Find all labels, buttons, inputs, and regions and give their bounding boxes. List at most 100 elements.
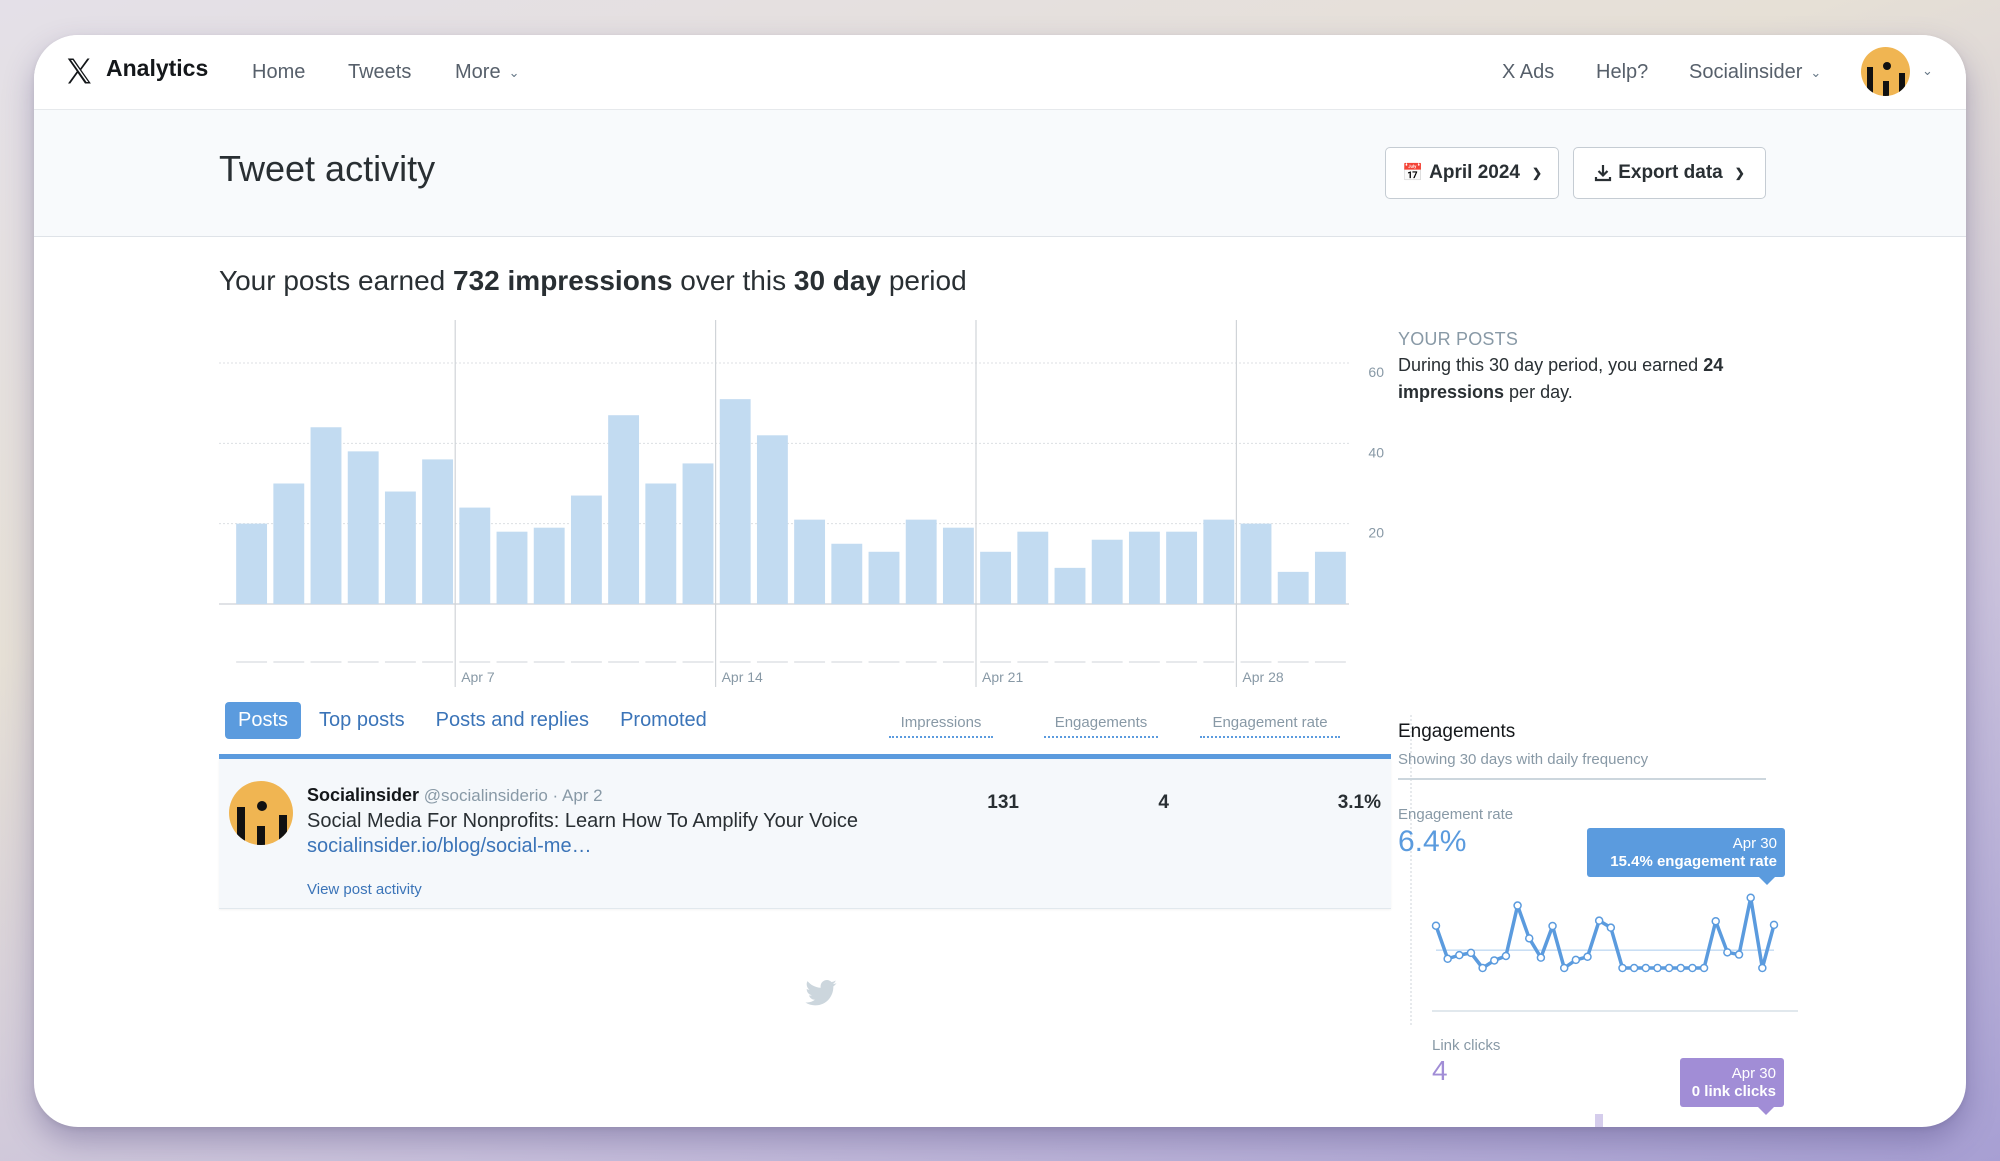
tab-posts-and-replies[interactable]: Posts and replies xyxy=(423,702,602,739)
bar[interactable] xyxy=(236,523,268,604)
bar[interactable] xyxy=(794,519,826,604)
data-point[interactable] xyxy=(1501,951,1511,961)
data-point[interactable] xyxy=(1688,963,1697,973)
data-point[interactable] xyxy=(1734,950,1744,959)
avatar-chevron-down-icon[interactable]: ⌄ xyxy=(1922,63,1933,79)
data-point[interactable] xyxy=(1594,916,1604,925)
tooltip-value: 15.4% engagement rate xyxy=(1610,853,1777,870)
engagement-rate-sparkline[interactable] xyxy=(1430,875,1780,975)
data-point[interactable] xyxy=(1548,921,1557,931)
date-range-button[interactable]: 📅 April 2024 ❯ xyxy=(1385,147,1559,199)
nav-tweets[interactable]: Tweets xyxy=(348,61,411,84)
nav-more[interactable]: More ⌄ xyxy=(455,61,519,84)
bar[interactable] xyxy=(1203,519,1235,604)
data-point[interactable] xyxy=(1524,934,1534,943)
post-engagement-rate: 3.1% xyxy=(1337,792,1381,813)
bar[interactable] xyxy=(1166,531,1198,604)
post-header: Socialinsider @socialinsiderio · Apr 2 xyxy=(307,785,603,806)
brand-title[interactable]: Analytics xyxy=(106,55,208,82)
column-engagements[interactable]: Engagements xyxy=(1044,714,1158,738)
data-point[interactable] xyxy=(1758,963,1767,973)
data-point[interactable] xyxy=(1699,963,1709,973)
data-point[interactable] xyxy=(1478,963,1487,973)
data-point[interactable] xyxy=(1571,955,1581,965)
table-row[interactable]: Socialinsider @socialinsiderio · Apr 2 S… xyxy=(219,759,1391,909)
bar[interactable] xyxy=(1017,531,1049,604)
bar[interactable] xyxy=(273,483,305,605)
bar[interactable] xyxy=(1128,531,1160,604)
account-menu[interactable]: Socialinsider ⌄ xyxy=(1689,61,1821,84)
bar[interactable] xyxy=(570,495,602,604)
summary-middle: over this xyxy=(672,265,794,296)
data-point[interactable] xyxy=(1455,950,1464,960)
tab-posts[interactable]: Posts xyxy=(225,702,302,739)
calendar-icon: 📅 xyxy=(1401,163,1424,182)
data-point[interactable] xyxy=(1653,963,1662,973)
x-tick-label: Apr 21 xyxy=(982,669,1023,685)
view-post-activity-link[interactable]: View post activity xyxy=(307,881,422,898)
bar[interactable] xyxy=(942,527,974,604)
bar[interactable] xyxy=(1240,523,1272,604)
bar[interactable] xyxy=(756,435,788,604)
account-name: Socialinsider xyxy=(1689,61,1803,83)
chevron-down-icon: ⌄ xyxy=(1810,65,1822,80)
data-point[interactable] xyxy=(1513,901,1522,910)
bar[interactable] xyxy=(645,483,677,605)
data-point[interactable] xyxy=(1629,963,1639,973)
data-point[interactable] xyxy=(1583,952,1592,962)
your-posts-suffix: per day. xyxy=(1504,382,1573,402)
bar[interactable] xyxy=(831,543,863,604)
data-point[interactable] xyxy=(1490,956,1499,965)
data-point[interactable] xyxy=(1723,948,1732,957)
your-posts-prefix: During this 30 day period, you earned xyxy=(1398,355,1704,375)
tooltip-date: Apr 30 xyxy=(1732,835,1777,852)
data-point[interactable] xyxy=(1676,963,1686,973)
bar[interactable] xyxy=(496,531,528,604)
bar[interactable] xyxy=(905,519,937,604)
nav-x-ads[interactable]: X Ads xyxy=(1502,61,1554,84)
export-data-button[interactable]: Export data ❯ xyxy=(1573,147,1766,199)
data-point[interactable] xyxy=(1606,923,1616,932)
chevron-down-icon: ❯ xyxy=(1734,166,1745,180)
data-point[interactable] xyxy=(1618,963,1627,973)
bar[interactable] xyxy=(384,491,416,604)
bar[interactable] xyxy=(459,507,491,604)
bar[interactable] xyxy=(533,527,565,604)
bar[interactable] xyxy=(310,427,342,604)
nav-home[interactable]: Home xyxy=(252,61,305,84)
bar[interactable] xyxy=(682,463,714,604)
summary-suffix: period xyxy=(881,265,967,296)
data-point[interactable] xyxy=(1443,954,1452,964)
bar[interactable] xyxy=(1314,551,1346,604)
data-point[interactable] xyxy=(1536,953,1546,962)
bar[interactable] xyxy=(1054,567,1086,604)
tab-promoted[interactable]: Promoted xyxy=(607,702,720,739)
data-point[interactable] xyxy=(1641,963,1651,973)
bar[interactable] xyxy=(608,415,640,604)
post-link[interactable]: socialinsider.io/blog/social-me… xyxy=(307,835,592,857)
column-impressions[interactable]: Impressions xyxy=(889,714,993,738)
bar[interactable] xyxy=(347,451,379,604)
data-point[interactable] xyxy=(1769,920,1779,930)
engagements-title: Engagements xyxy=(1398,721,1516,742)
bar[interactable] xyxy=(1091,539,1123,604)
column-engagement-rate[interactable]: Engagement rate xyxy=(1200,714,1340,738)
bar[interactable] xyxy=(868,551,900,604)
bar[interactable] xyxy=(422,459,454,604)
data-point[interactable] xyxy=(1664,963,1674,973)
avatar[interactable] xyxy=(1861,47,1910,96)
section-divider xyxy=(1432,1010,1798,1012)
data-point[interactable] xyxy=(1711,916,1720,926)
download-icon xyxy=(1595,165,1612,182)
tab-top-posts[interactable]: Top posts xyxy=(306,702,418,739)
data-point[interactable] xyxy=(1559,963,1569,973)
bar[interactable] xyxy=(719,399,751,604)
data-point[interactable] xyxy=(1466,948,1476,958)
x-logo-icon[interactable] xyxy=(64,55,94,87)
nav-help[interactable]: Help? xyxy=(1596,61,1648,84)
data-point[interactable] xyxy=(1746,893,1755,902)
data-point[interactable] xyxy=(1431,921,1441,930)
export-data-label: Export data xyxy=(1618,162,1723,183)
bar[interactable] xyxy=(1277,571,1309,604)
bar[interactable] xyxy=(980,551,1012,604)
